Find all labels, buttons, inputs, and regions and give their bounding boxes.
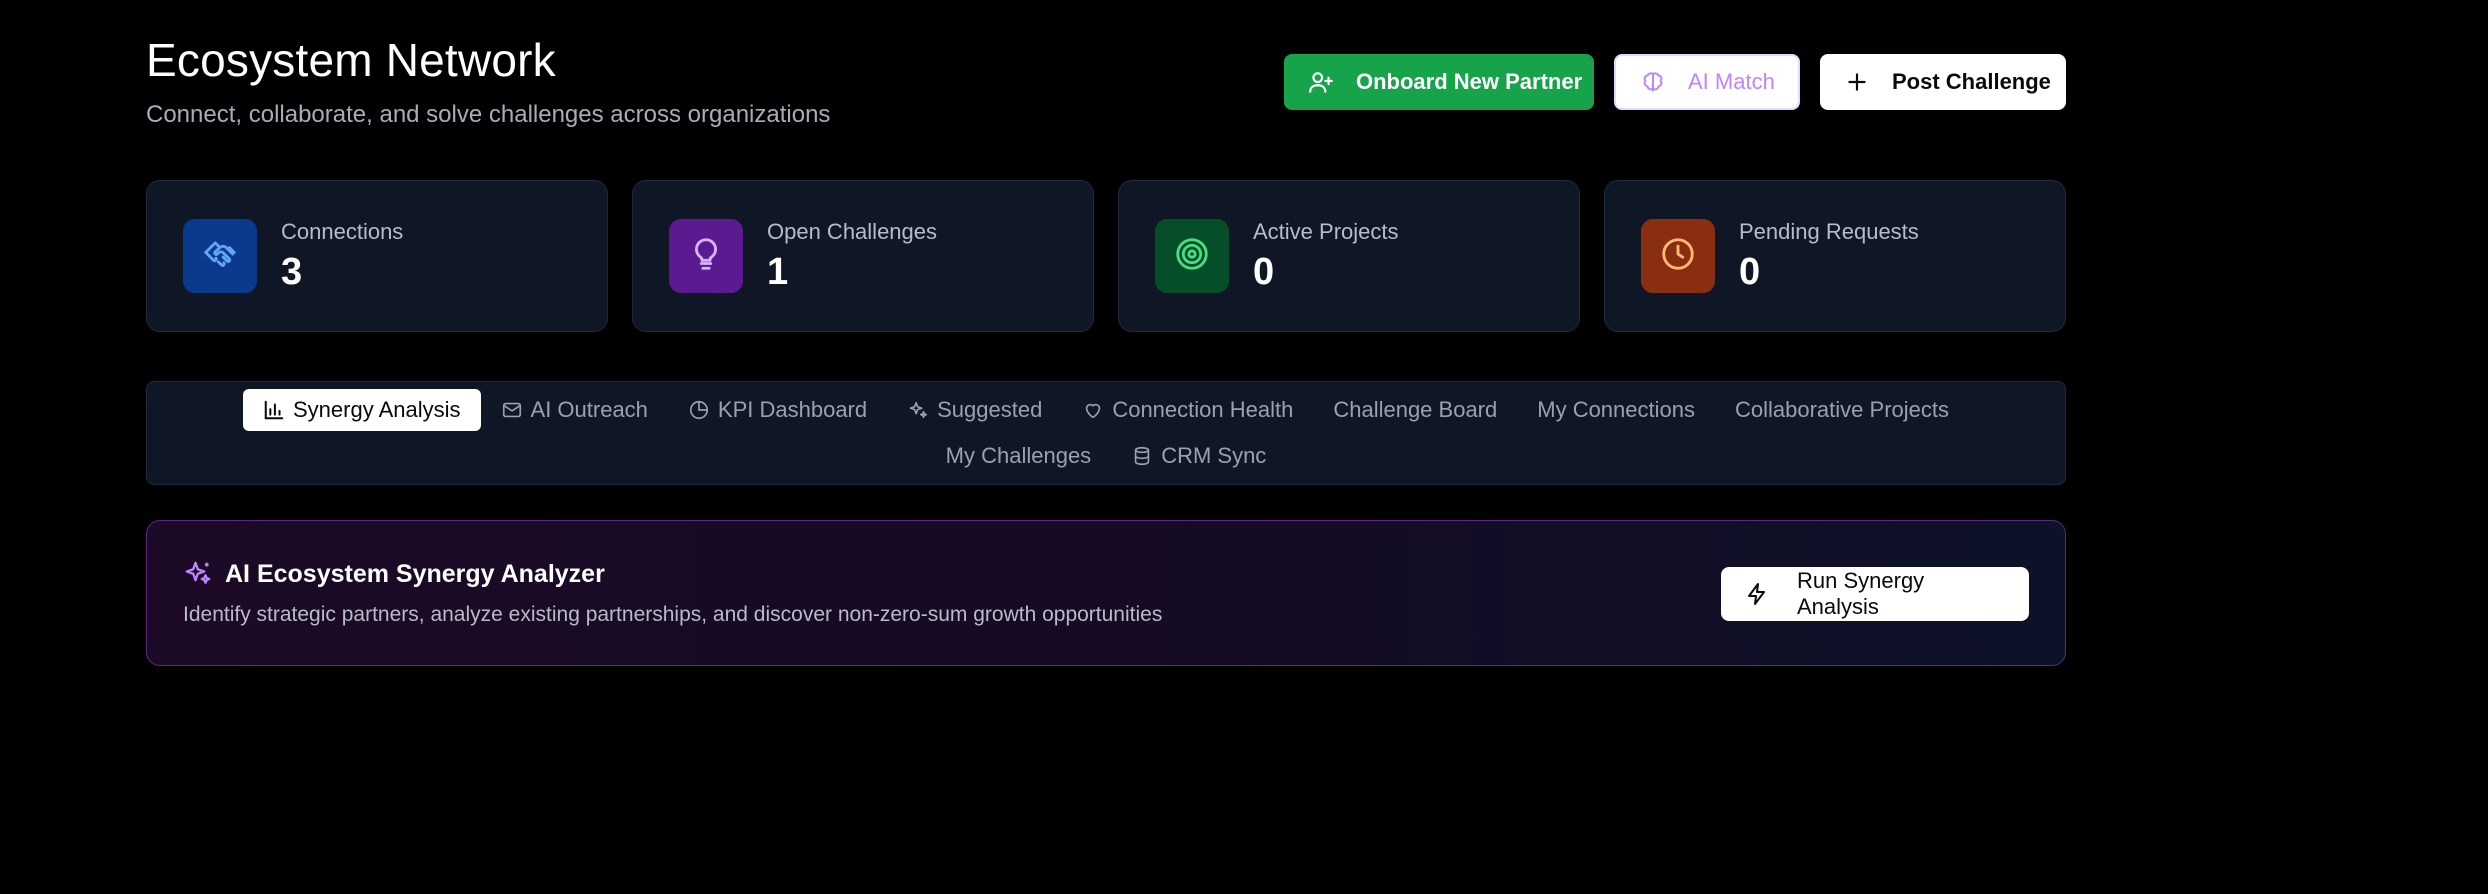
tab-label: CRM Sync	[1161, 443, 1267, 468]
lightbulb-icon	[687, 235, 725, 278]
tab-crm-sync[interactable]: CRM Sync	[1111, 435, 1286, 477]
tab-label: AI Outreach	[530, 397, 648, 422]
sparkles-icon	[907, 399, 929, 421]
tab-label: KPI Dashboard	[717, 397, 868, 422]
user-plus-icon	[1308, 69, 1334, 95]
tab-label: Collaborative Projects	[1735, 397, 1949, 422]
tab-label: Challenge Board	[1333, 397, 1498, 422]
tab-label: Connection Health	[1112, 397, 1294, 422]
clock-icon	[1659, 235, 1697, 278]
stat-value: 0	[1253, 251, 1275, 293]
tab-bar: Synergy Analysis AI Outreach KPI Dashboa…	[146, 381, 2066, 485]
heart-icon	[1082, 399, 1104, 421]
tab-ai-outreach[interactable]: AI Outreach	[481, 389, 668, 431]
synergy-analyzer-panel: AI Ecosystem Synergy Analyzer Identify s…	[146, 520, 2066, 666]
stat-text: Active Projects 0	[1253, 218, 1399, 294]
post-challenge-button[interactable]: Post Challenge	[1820, 54, 2066, 110]
plus-icon	[1844, 69, 1870, 95]
onboard-new-partner-label: Onboard New Partner	[1356, 69, 1583, 94]
ai-match-button[interactable]: AI Match	[1614, 54, 1800, 110]
tab-suggested[interactable]: Suggested	[887, 389, 1062, 431]
analyzer-description: Identify strategic partners, analyze exi…	[183, 603, 1163, 626]
onboard-new-partner-button[interactable]: Onboard New Partner	[1284, 54, 1594, 110]
tab-label: My Connections	[1537, 397, 1695, 422]
stat-label: Open Challenges	[767, 219, 938, 244]
tab-label: Synergy Analysis	[293, 397, 461, 422]
stat-value: 0	[1739, 251, 1761, 293]
stats-row: Connections 3 Open Challenges 1 Active P…	[146, 180, 2066, 332]
stat-card-active-projects: Active Projects 0	[1118, 180, 1580, 332]
handshake-icon	[201, 235, 239, 278]
stat-icon-box	[669, 219, 743, 293]
sparkles-icon	[183, 559, 213, 589]
header-actions: Onboard New Partner AI Match Post Challe…	[1284, 54, 2066, 110]
stat-text: Connections 3	[281, 218, 403, 294]
stat-icon-box	[183, 219, 257, 293]
pie-chart-icon	[688, 399, 710, 421]
stat-icon-box	[1155, 219, 1229, 293]
stat-label: Connections	[281, 219, 404, 244]
lightning-icon	[1745, 582, 1769, 606]
brain-icon	[1640, 69, 1666, 95]
bar-chart-icon	[263, 399, 285, 421]
stat-label: Pending Requests	[1739, 219, 1919, 244]
tab-label: Suggested	[937, 397, 1043, 422]
database-icon	[1131, 445, 1153, 467]
tab-my-challenges[interactable]: My Challenges	[926, 435, 1112, 477]
tab-collaborative-projects[interactable]: Collaborative Projects	[1715, 389, 1969, 431]
page: Ecosystem Network Connect, collaborate, …	[0, 0, 2488, 894]
stat-text: Open Challenges 1	[767, 218, 937, 294]
tab-connection-health[interactable]: Connection Health	[1062, 389, 1313, 431]
tab-challenge-board[interactable]: Challenge Board	[1313, 389, 1517, 431]
run-synergy-analysis-button[interactable]: Run Synergy Analysis	[1721, 567, 2029, 621]
tab-my-connections[interactable]: My Connections	[1517, 389, 1715, 431]
tab-kpi-dashboard[interactable]: KPI Dashboard	[668, 389, 887, 431]
tab-synergy-analysis[interactable]: Synergy Analysis	[243, 389, 481, 431]
stat-icon-box	[1641, 219, 1715, 293]
mail-icon	[501, 399, 523, 421]
target-icon	[1173, 235, 1211, 278]
analyzer-title: AI Ecosystem Synergy Analyzer	[183, 559, 605, 589]
post-challenge-label: Post Challenge	[1892, 69, 2051, 94]
stat-value: 1	[767, 251, 789, 293]
page-header: Ecosystem Network Connect, collaborate, …	[146, 30, 2066, 140]
ai-match-label: AI Match	[1688, 69, 1775, 94]
stat-label: Active Projects	[1253, 219, 1399, 244]
stat-card-pending-requests: Pending Requests 0	[1604, 180, 2066, 332]
stat-value: 3	[281, 251, 303, 293]
analyzer-title-text: AI Ecosystem Synergy Analyzer	[225, 559, 605, 588]
stat-card-open-challenges: Open Challenges 1	[632, 180, 1094, 332]
tab-label: My Challenges	[945, 443, 1092, 468]
run-synergy-analysis-label: Run Synergy Analysis	[1797, 568, 1925, 619]
stat-card-connections: Connections 3	[146, 180, 608, 332]
stat-text: Pending Requests 0	[1739, 218, 1919, 294]
